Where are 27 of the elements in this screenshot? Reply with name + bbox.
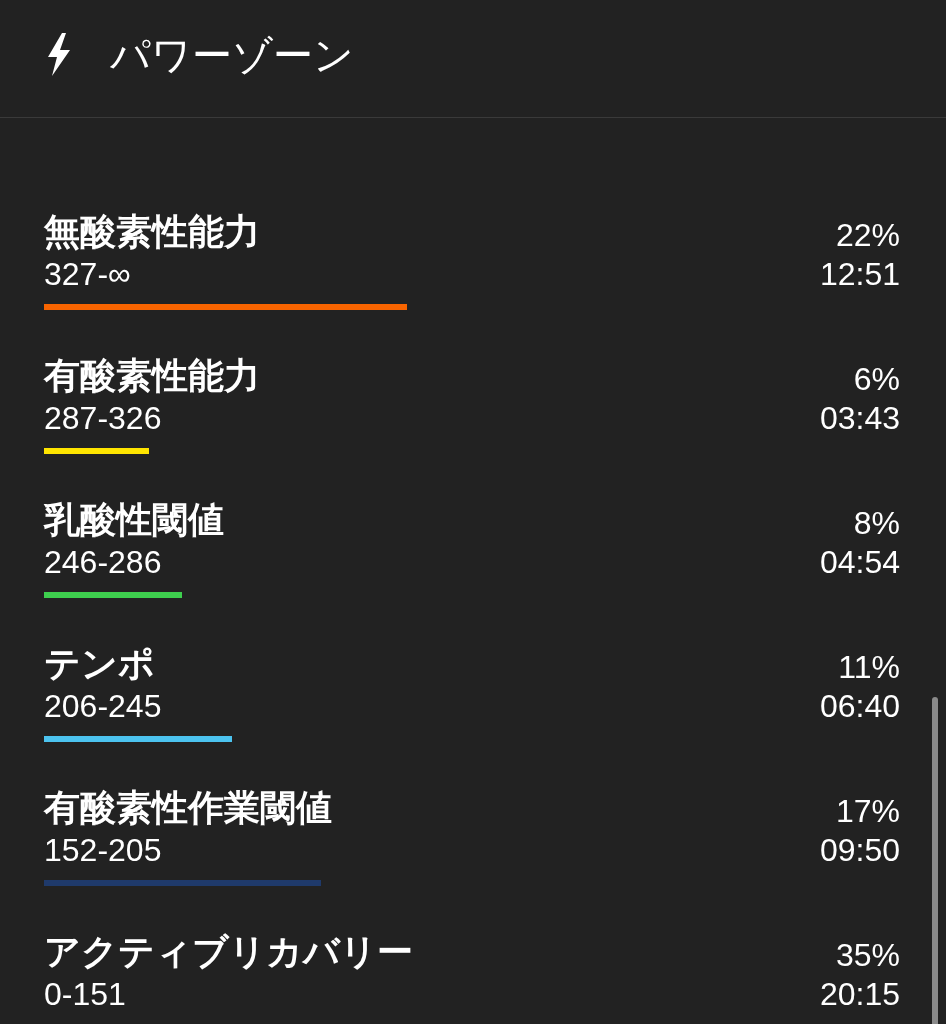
zone-percent: 17% xyxy=(835,792,900,831)
lightning-bolt-icon xyxy=(48,33,70,76)
zone-percent: 6% xyxy=(853,360,900,399)
zone-range: 206-245 xyxy=(44,687,162,726)
zone-name: 有酸素性作業閾値 xyxy=(44,787,332,829)
zone-time: 12:51 xyxy=(819,255,900,294)
zone-range: 287-326 xyxy=(44,399,162,438)
zone-name: 乳酸性閾値 xyxy=(44,499,224,541)
scrollbar-thumb[interactable] xyxy=(932,697,938,1024)
zone-name: テンポ xyxy=(44,643,155,685)
zone-range: 246-286 xyxy=(44,543,162,582)
zone-name: 有酸素性能力 xyxy=(44,355,260,397)
zone-time: 20:15 xyxy=(819,975,900,1014)
zone-range: 0-151 xyxy=(44,975,126,1014)
zone-name: アクティブリカバリー xyxy=(44,931,413,973)
zone-range: 327-∞ xyxy=(44,255,131,294)
zone-time: 09:50 xyxy=(819,831,900,870)
zone-time: 04:54 xyxy=(819,543,900,582)
zone-percent: 8% xyxy=(853,504,900,543)
screen-title: パワーゾーン xyxy=(110,31,354,79)
zone-time: 03:43 xyxy=(819,399,900,438)
zone-percent: 35% xyxy=(835,936,900,975)
zone-percent: 11% xyxy=(838,648,900,687)
zone-time: 06:40 xyxy=(819,687,900,726)
zone-percent: 22% xyxy=(835,216,900,255)
zone-range: 152-205 xyxy=(44,831,162,870)
zone-name: 無酸素性能力 xyxy=(44,211,260,253)
